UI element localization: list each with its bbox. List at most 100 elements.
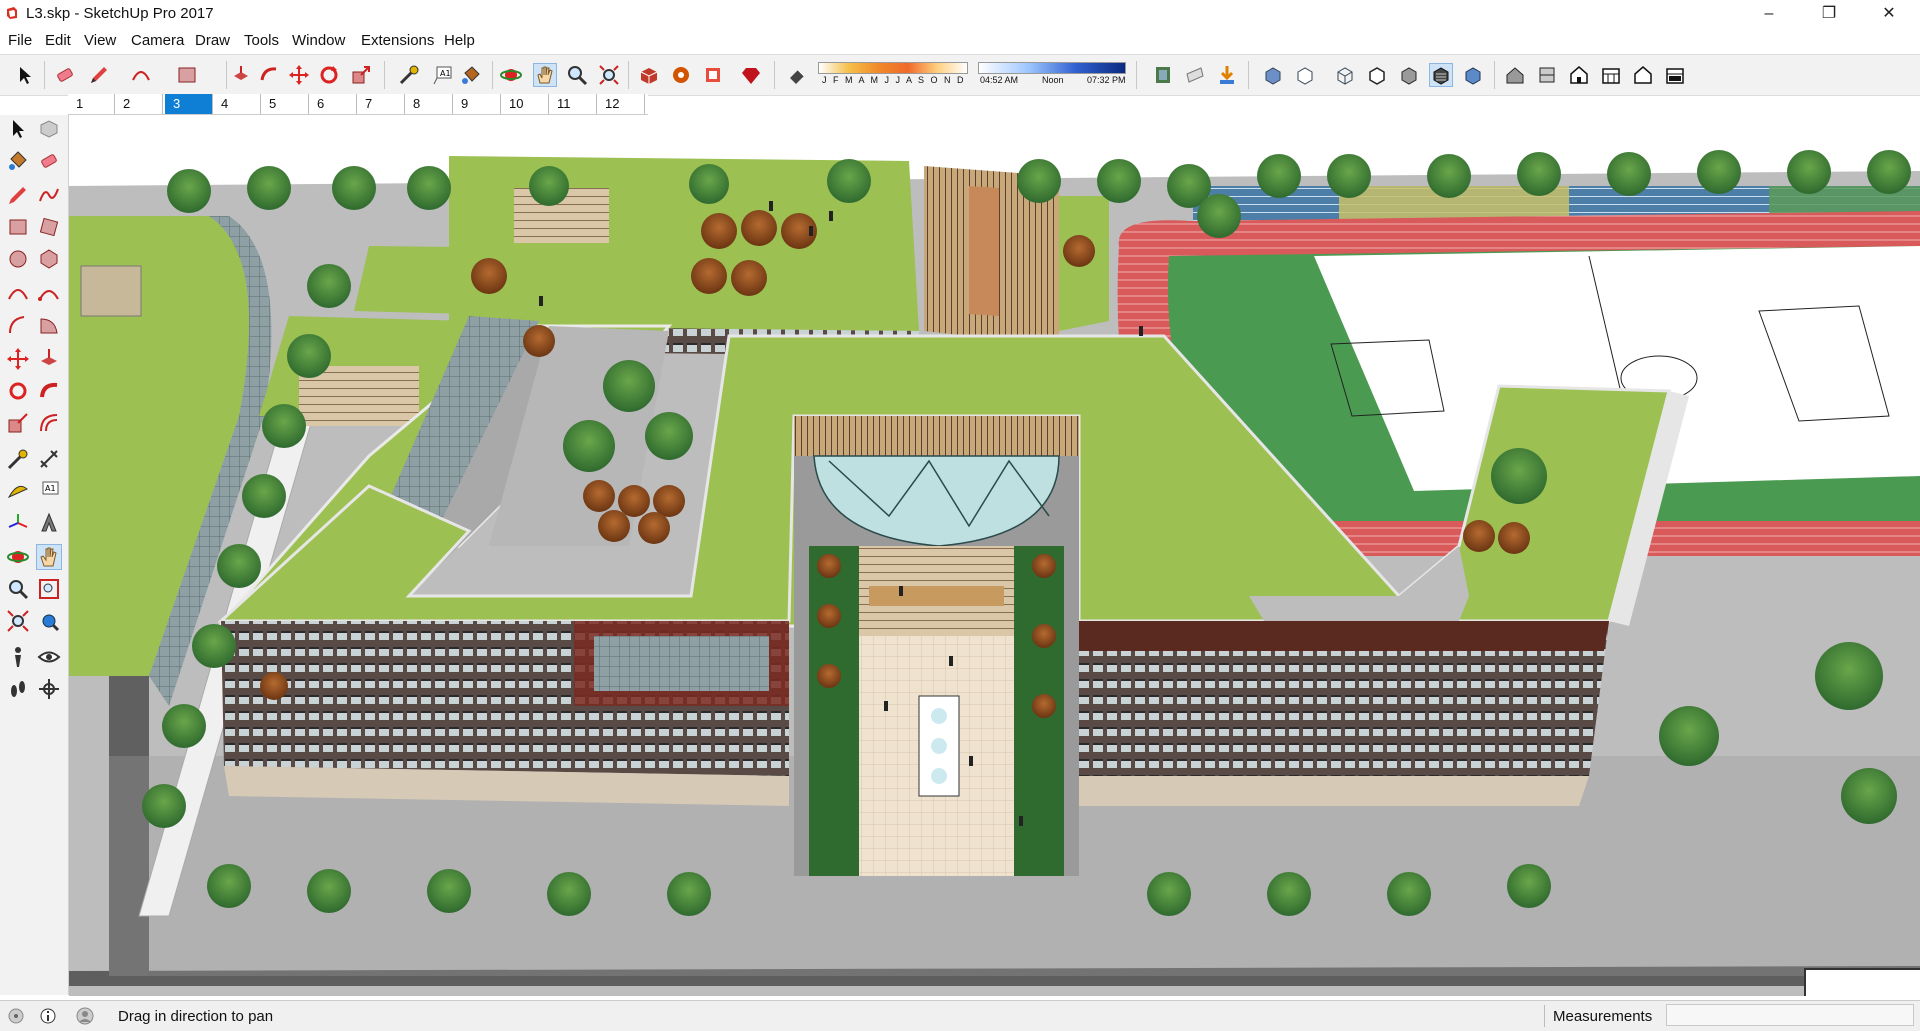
user-account-icon[interactable] <box>76 1007 94 1025</box>
scale-icon[interactable] <box>6 411 30 435</box>
menu-camera[interactable]: Camera <box>131 32 184 49</box>
offset-icon[interactable] <box>37 411 61 435</box>
tape-measure-icon[interactable] <box>398 64 420 86</box>
minimize-icon[interactable]: – <box>1746 0 1792 28</box>
scene-tab-1[interactable]: 1 <box>68 94 115 114</box>
scene-tab-6[interactable]: 6 <box>309 94 357 114</box>
scene-tab-2[interactable]: 2 <box>115 94 163 114</box>
move-icon[interactable] <box>288 64 310 86</box>
scene-tab-12[interactable]: 12 <box>597 94 645 114</box>
eraser-icon[interactable] <box>37 149 61 173</box>
axes-icon[interactable] <box>6 511 30 535</box>
section-plane-icon[interactable] <box>1152 64 1174 86</box>
shadows-toggle-icon[interactable] <box>786 64 808 86</box>
extension-warehouse-icon[interactable] <box>670 64 692 86</box>
menu-extensions[interactable]: Extensions <box>361 32 434 49</box>
pie-icon[interactable] <box>37 313 61 337</box>
previous-view-icon[interactable] <box>37 609 61 633</box>
orbit-icon[interactable] <box>6 545 30 569</box>
close-icon[interactable]: ✕ <box>1866 0 1912 28</box>
orbit-icon[interactable] <box>500 64 522 86</box>
scene-tab-4[interactable]: 4 <box>213 94 261 114</box>
shaded-textures-style-icon[interactable] <box>1429 63 1453 87</box>
three-point-arc-icon[interactable] <box>6 313 30 337</box>
scene-tab-3[interactable]: 3 <box>165 94 213 114</box>
zoom-window-icon[interactable] <box>37 577 61 601</box>
line-icon[interactable] <box>6 183 30 207</box>
menu-draw[interactable]: Draw <box>195 32 230 49</box>
menu-help[interactable]: Help <box>444 32 475 49</box>
text-label-icon[interactable]: A1 <box>37 479 61 503</box>
shadow-time-slider[interactable] <box>978 62 1126 74</box>
shadow-date-slider[interactable] <box>818 62 968 74</box>
3d-text-icon[interactable] <box>37 511 61 535</box>
polygon-icon[interactable] <box>37 247 61 271</box>
layout-icon[interactable] <box>702 64 724 86</box>
walk-icon[interactable] <box>6 677 30 701</box>
dimension-icon[interactable] <box>37 447 61 471</box>
circle-icon[interactable] <box>6 247 30 271</box>
monochrome-style-icon[interactable] <box>1462 64 1484 86</box>
pan-icon[interactable] <box>36 544 62 570</box>
select-icon[interactable] <box>6 117 30 141</box>
follow-me-icon[interactable] <box>37 379 61 403</box>
display-section-icon[interactable] <box>1184 64 1206 86</box>
menu-file[interactable]: File <box>8 32 32 49</box>
right-view-icon[interactable] <box>1600 64 1622 86</box>
3d-warehouse-icon[interactable] <box>638 64 660 86</box>
freehand-icon[interactable] <box>37 183 61 207</box>
rotate-icon[interactable] <box>6 379 30 403</box>
top-view-icon[interactable] <box>1536 64 1558 86</box>
follow-me-icon[interactable] <box>258 64 280 86</box>
arc-icon[interactable] <box>130 64 152 86</box>
scene-tab-10[interactable]: 10 <box>501 94 549 114</box>
push-pull-icon[interactable] <box>37 347 61 371</box>
scene-tab-9[interactable]: 9 <box>453 94 501 114</box>
section-plane-icon[interactable] <box>37 677 61 701</box>
push-pull-icon[interactable] <box>230 64 252 86</box>
eraser-icon[interactable] <box>54 64 76 86</box>
text-icon[interactable]: A1 <box>432 64 454 86</box>
credits-info-icon[interactable] <box>40 1008 56 1024</box>
scene-tab-7[interactable]: 7 <box>357 94 405 114</box>
scale-icon[interactable] <box>350 64 372 86</box>
scene-tab-8[interactable]: 8 <box>405 94 453 114</box>
position-camera-icon[interactable] <box>6 645 30 669</box>
rectangle-icon[interactable] <box>6 215 30 239</box>
arc-icon[interactable] <box>6 281 30 305</box>
measurements-input[interactable] <box>1666 1004 1914 1026</box>
protractor-icon[interactable] <box>6 479 30 503</box>
paint-bucket-icon[interactable] <box>6 149 30 173</box>
zoom-extents-icon[interactable] <box>598 64 620 86</box>
wireframe-style-icon[interactable] <box>1334 64 1356 86</box>
pan-hand-icon[interactable] <box>533 63 557 87</box>
hidden-line-style-icon[interactable] <box>1366 64 1388 86</box>
select-arrow-icon[interactable] <box>14 64 36 86</box>
zoom-icon[interactable] <box>6 577 30 601</box>
menu-window[interactable]: Window <box>292 32 345 49</box>
menu-tools[interactable]: Tools <box>244 32 279 49</box>
model-scene[interactable] <box>69 116 1920 996</box>
back-view-icon[interactable] <box>1632 64 1654 86</box>
paint-bucket-icon[interactable] <box>460 64 482 86</box>
rotate-icon[interactable] <box>318 64 340 86</box>
scene-tab-5[interactable]: 5 <box>261 94 309 114</box>
left-view-icon[interactable] <box>1664 64 1686 86</box>
modeling-viewport[interactable]: SKP <box>69 116 1920 996</box>
scene-tab-11[interactable]: 11 <box>549 94 597 114</box>
rotated-rectangle-icon[interactable] <box>37 215 61 239</box>
rectangle-icon[interactable] <box>176 64 198 86</box>
ruby-icon[interactable] <box>740 64 762 86</box>
maximize-icon[interactable]: ❐ <box>1806 0 1852 28</box>
make-component-icon[interactable] <box>37 117 61 141</box>
back-edges-style-icon[interactable] <box>1294 64 1316 86</box>
section-cut-icon[interactable] <box>1216 64 1238 86</box>
menu-edit[interactable]: Edit <box>45 32 71 49</box>
menu-view[interactable]: View <box>84 32 116 49</box>
iso-view-icon[interactable] <box>1504 64 1526 86</box>
xray-style-icon[interactable] <box>1262 64 1284 86</box>
tape-measure-icon[interactable] <box>6 447 30 471</box>
look-around-icon[interactable] <box>37 645 61 669</box>
move-icon[interactable] <box>6 347 30 371</box>
shaded-style-icon[interactable] <box>1398 64 1420 86</box>
